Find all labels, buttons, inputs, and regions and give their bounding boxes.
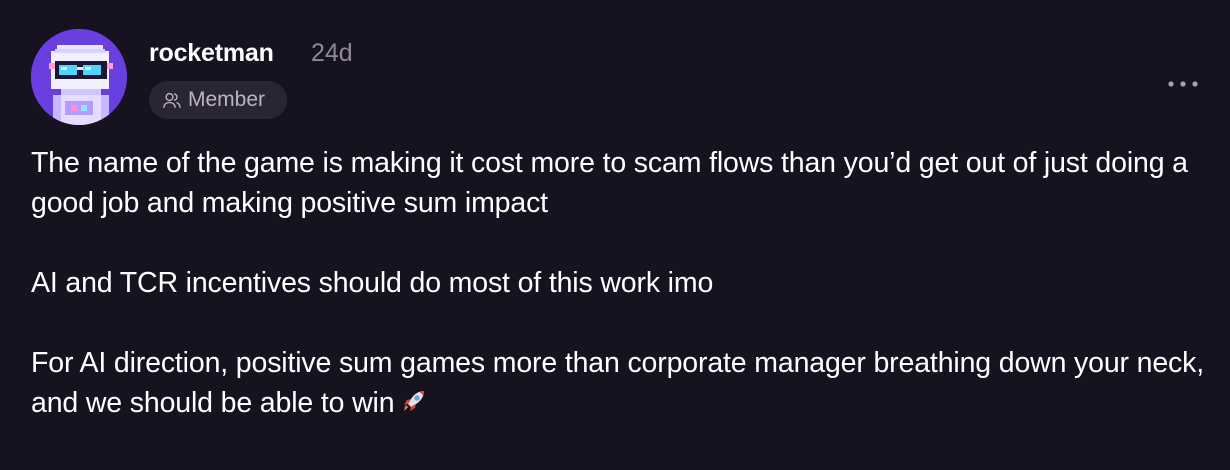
post-paragraph: AI and TCR incentives should do most of …	[31, 267, 714, 299]
more-options-button[interactable]	[1162, 72, 1204, 96]
post-card: rocketman 24d Member The name of the gam…	[0, 0, 1230, 470]
users-icon	[163, 92, 181, 108]
role-badge: Member	[149, 81, 287, 119]
post-timestamp[interactable]: 24d	[311, 39, 353, 68]
role-badge-label: Member	[188, 88, 266, 111]
avatar[interactable]	[31, 29, 127, 125]
post-paragraph: The name of the game is making it cost m…	[31, 147, 1188, 219]
author-username[interactable]: rocketman	[149, 39, 274, 68]
pixel-astronaut-avatar-icon	[31, 29, 127, 125]
post-paragraph: For AI direction, positive sum games mor…	[31, 343, 1216, 423]
rocket-icon	[404, 391, 425, 411]
post-paragraph-text: For AI direction, positive sum games mor…	[31, 347, 1205, 419]
post-body: The name of the game is making it cost m…	[31, 143, 1216, 423]
more-horizontal-icon	[1168, 81, 1198, 87]
